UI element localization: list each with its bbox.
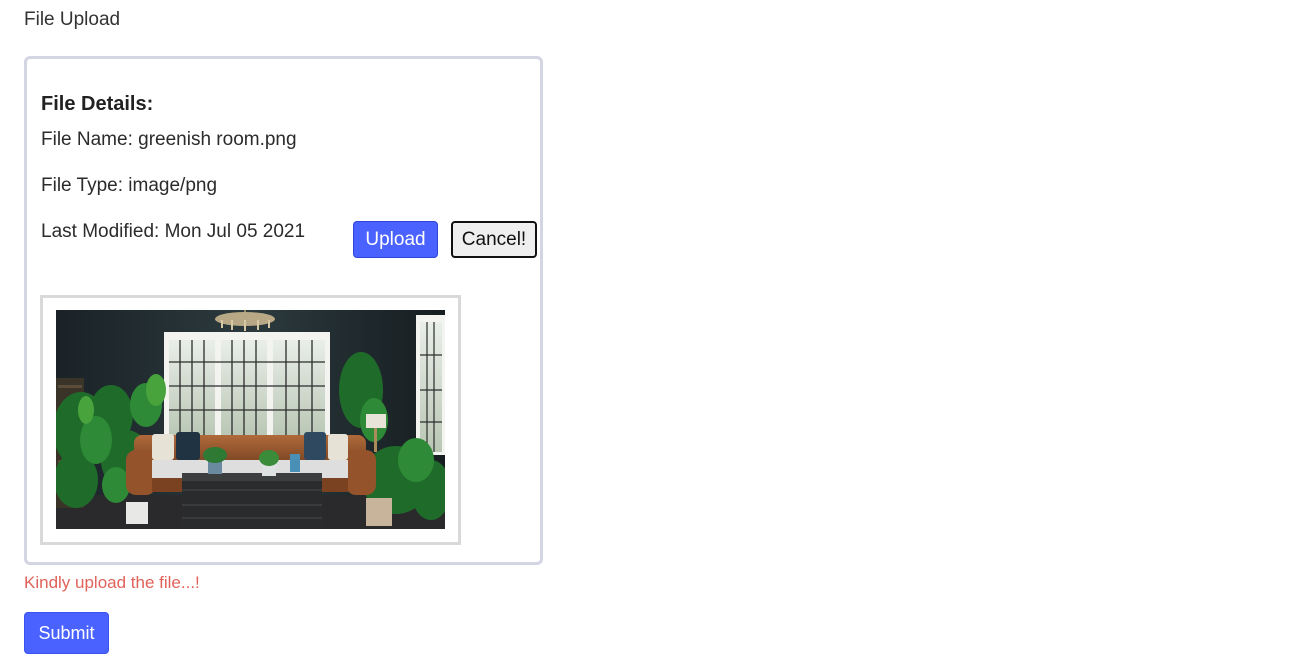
page-title: File Upload [24, 9, 121, 30]
last-modified-text: Last Modified: Mon Jul 05 2021 [41, 221, 306, 242]
upload-button[interactable]: Upload [353, 221, 438, 258]
image-preview [56, 310, 445, 529]
submit-button[interactable]: Submit [24, 612, 109, 654]
upload-error-message: Kindly upload the file...! [24, 573, 200, 592]
file-type-text: File Type: image/png [41, 175, 218, 196]
file-details-card: File Details: File Name: greenish room.p… [24, 56, 543, 565]
file-details-heading: File Details: [41, 93, 154, 115]
file-name-text: File Name: greenish room.png [41, 129, 297, 150]
image-preview-frame [40, 295, 461, 545]
cancel-button[interactable]: Cancel! [451, 221, 537, 258]
